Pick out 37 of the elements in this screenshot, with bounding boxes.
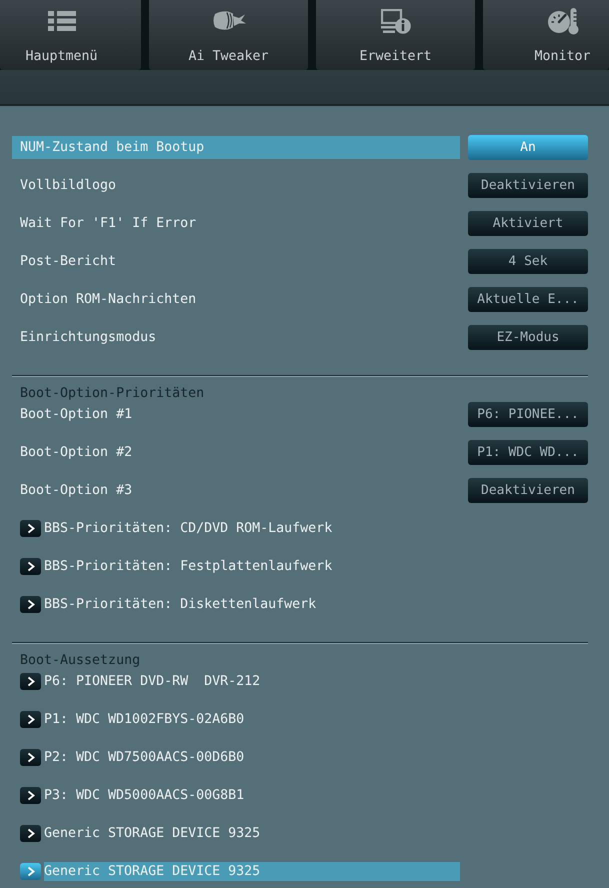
value-button[interactable]: EZ-Modus — [468, 325, 588, 350]
boot-device-item[interactable]: P1: WDC WD1002FBYS-02A6B0 — [44, 710, 460, 729]
boot-device-item[interactable]: P2: WDC WD7500AACS-00D6B0 — [44, 748, 460, 767]
boot-option-label[interactable]: Boot-Option #3 — [12, 479, 460, 502]
menu-tab[interactable]: Ai Tweaker — [149, 0, 308, 70]
section-heading: Boot-Option-Prioritäten — [19, 386, 206, 402]
jet-engine-icon — [212, 11, 246, 31]
section-heading: Boot-Aussetzung — [19, 653, 142, 669]
value-button[interactable]: Aktiviert — [468, 211, 588, 236]
gauge-thermometer-icon — [546, 7, 578, 35]
boot-device-item[interactable]: P3: WDC WD5000AACS-00G8B1 — [44, 786, 460, 805]
menu-tab[interactable]: Erweitert — [316, 0, 475, 70]
submenu-item[interactable]: BBS-Prioritäten: Festplattenlaufwerk — [44, 557, 460, 576]
value-button[interactable]: 4 Sek — [468, 249, 588, 274]
boot-device-item[interactable]: Generic STORAGE DEVICE 9325 — [44, 862, 460, 881]
setting-label[interactable]: Option ROM-Nachrichten — [12, 288, 460, 311]
value-button[interactable]: Aktuelle E... — [468, 287, 588, 312]
boot-device-item[interactable]: P6: PIONEER DVD-RW DVR-212 — [44, 672, 460, 691]
menu-tab[interactable]: Hauptmenü — [0, 0, 141, 70]
boot-option-label[interactable]: Boot-Option #1 — [12, 403, 460, 426]
value-button[interactable]: Deaktivieren — [468, 173, 588, 198]
boot-device-item[interactable]: Generic STORAGE DEVICE 9325 — [44, 824, 460, 843]
list-icon — [48, 11, 76, 31]
submenu-item[interactable]: BBS-Prioritäten: CD/DVD ROM-Laufwerk — [44, 519, 460, 538]
setting-label[interactable]: NUM-Zustand beim Bootup — [12, 136, 460, 159]
value-button[interactable]: An — [468, 135, 588, 160]
value-button[interactable]: Deaktivieren — [468, 478, 588, 503]
setting-label[interactable]: Wait For 'F1' If Error — [12, 212, 460, 235]
value-button[interactable]: P1: WDC WD... — [468, 440, 588, 465]
monitor-info-icon — [380, 8, 410, 34]
menu-tab[interactable]: Monitor — [483, 0, 609, 70]
boot-option-label[interactable]: Boot-Option #2 — [12, 441, 460, 464]
setting-label[interactable]: Einrichtungsmodus — [12, 326, 460, 349]
value-button[interactable]: P6: PIONEE... — [468, 402, 588, 427]
setting-label[interactable]: Post-Bericht — [12, 250, 460, 273]
setting-label[interactable]: Vollbildlogo — [12, 174, 460, 197]
submenu-item[interactable]: BBS-Prioritäten: Diskettenlaufwerk — [44, 595, 460, 614]
